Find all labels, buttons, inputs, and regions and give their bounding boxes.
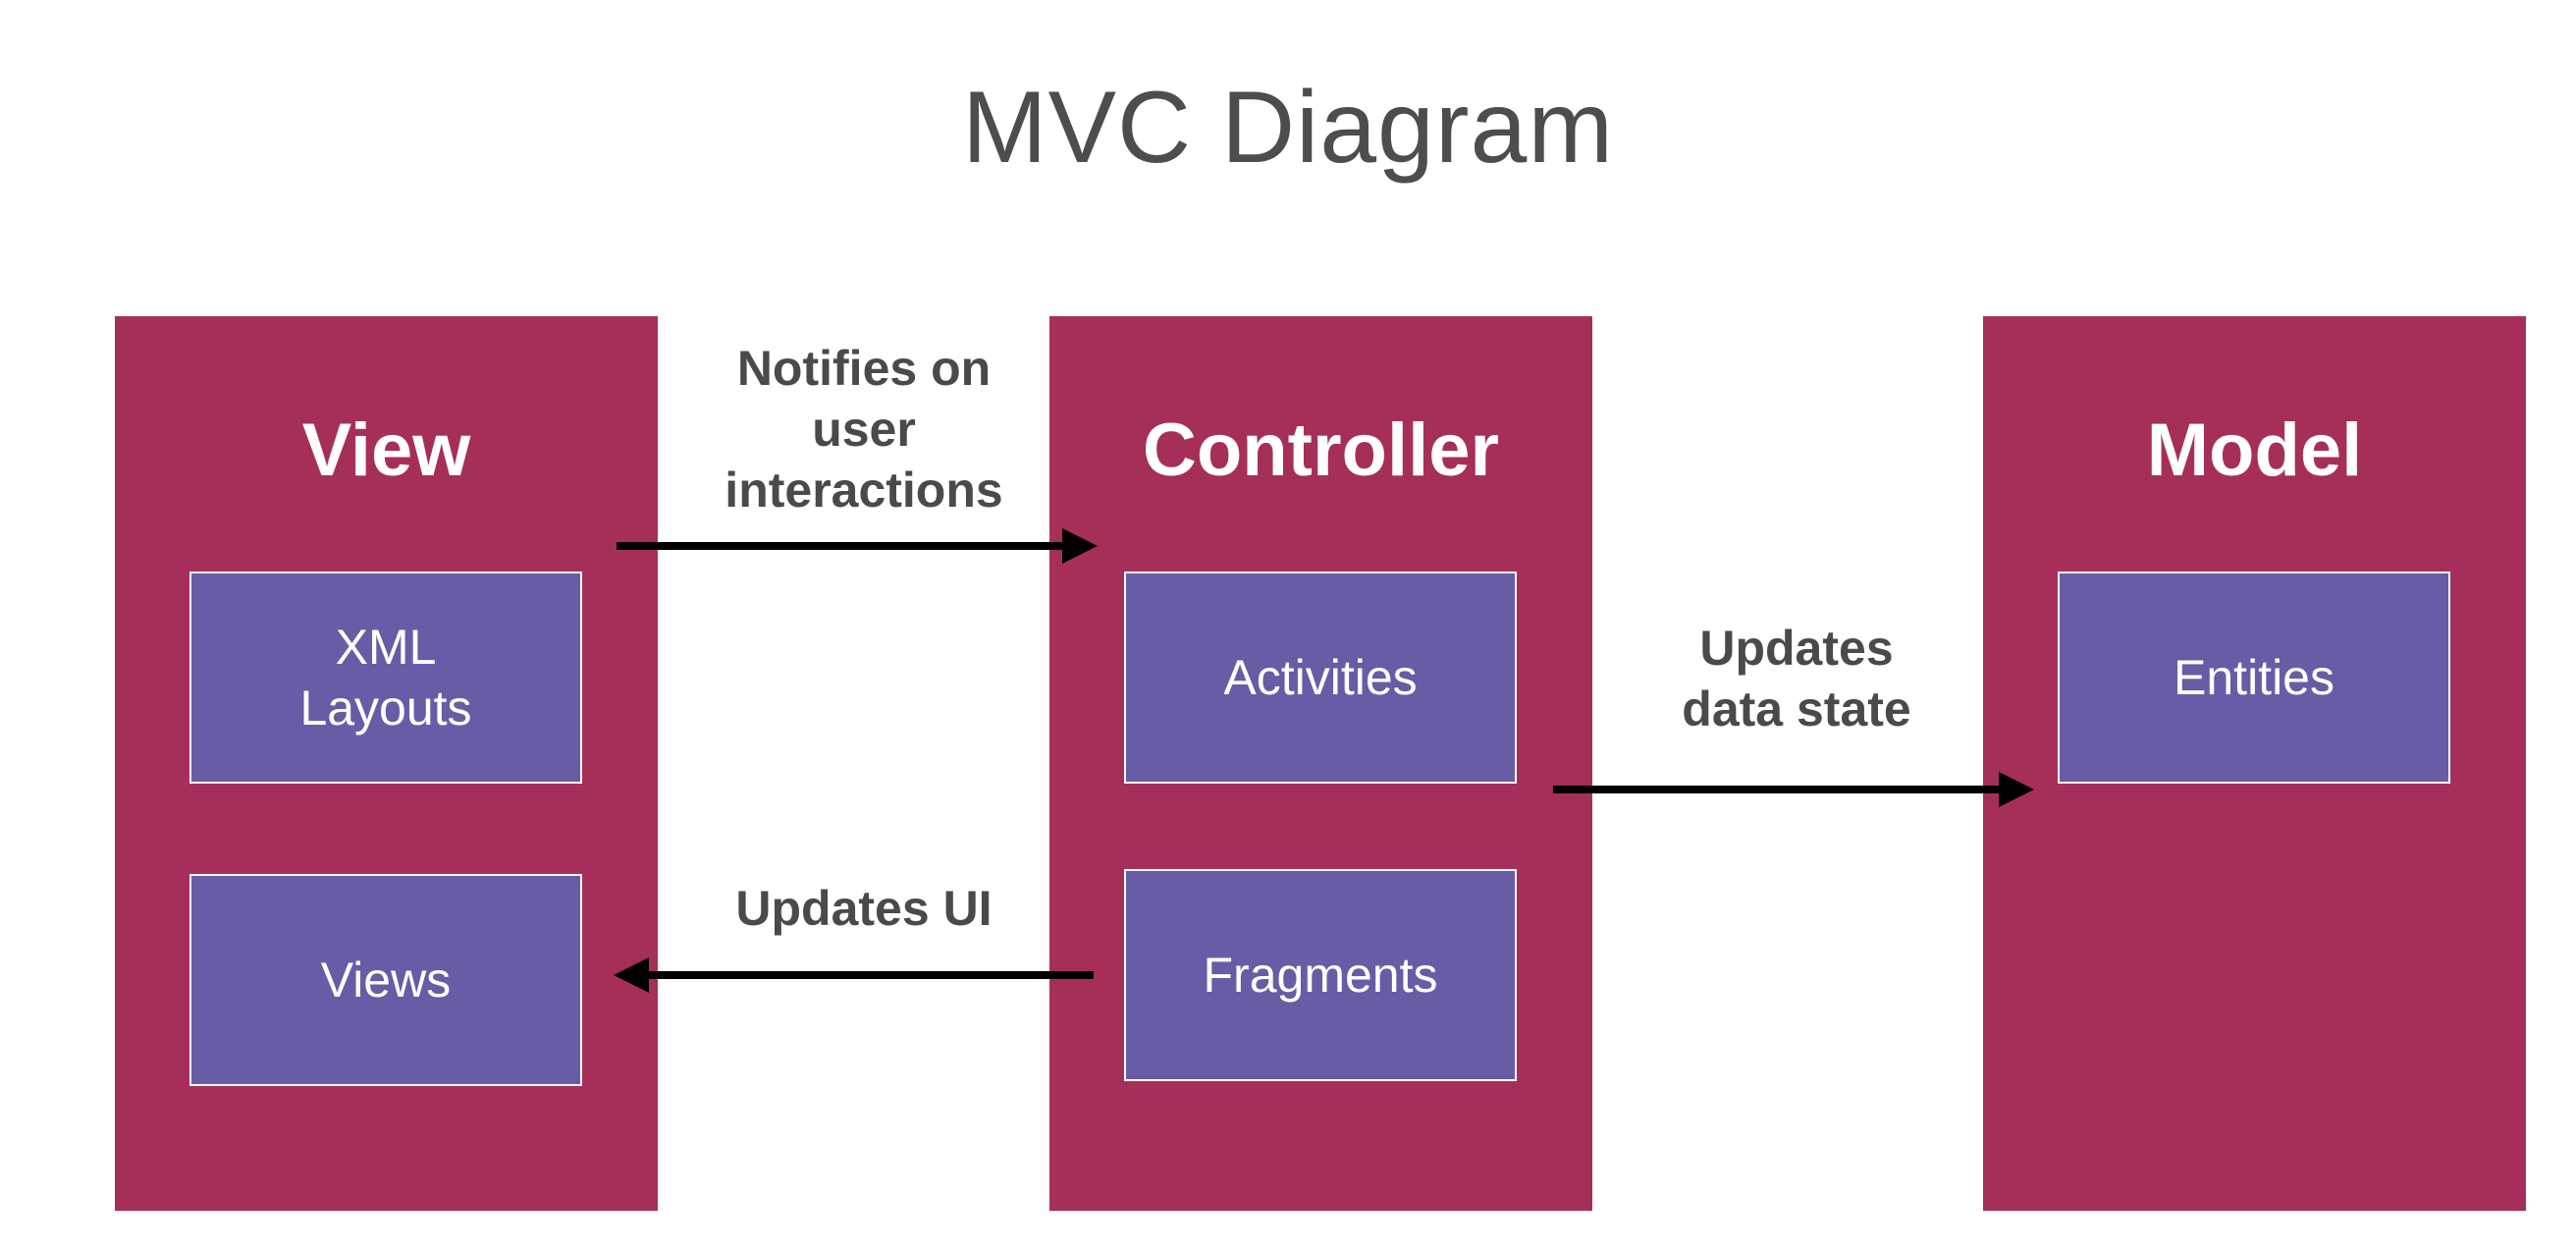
arrow-shaft: [617, 542, 1064, 550]
diagram-title: MVC Diagram: [962, 71, 1614, 185]
controller-column: Controller Activities Fragments: [1049, 316, 1592, 1211]
activities-label: Activities: [1223, 650, 1418, 705]
activities-box: Activities: [1124, 572, 1517, 784]
view-column: View XML Layouts Views: [115, 316, 658, 1211]
arrow-controller-to-model: [1553, 772, 2034, 807]
entities-box: Entities: [2058, 572, 2450, 784]
view-column-title: View: [301, 409, 471, 492]
views-box: Views: [189, 874, 582, 1086]
xml-layouts-box: XML Layouts: [189, 572, 582, 784]
arrow-shaft: [1553, 786, 2001, 793]
model-column-title: Model: [2146, 409, 2363, 492]
arrow-view-to-controller: [617, 528, 1098, 564]
fragments-label: Fragments: [1203, 948, 1438, 1003]
updates-data-edge-label: Updates data state: [1682, 621, 1911, 736]
views-label: Views: [320, 953, 452, 1008]
model-column: Model Entities: [1983, 316, 2526, 1211]
controller-column-title: Controller: [1142, 409, 1500, 492]
arrow-controller-to-view: [614, 957, 1094, 993]
notifies-edge-label: Notifies on user interactions: [724, 341, 1003, 518]
fragments-box: Fragments: [1124, 869, 1517, 1081]
updates-ui-edge-label: Updates UI: [735, 881, 993, 936]
arrow-shaft: [646, 971, 1094, 979]
xml-layouts-label: XML Layouts: [299, 620, 472, 735]
entities-label: Entities: [2174, 650, 2334, 705]
